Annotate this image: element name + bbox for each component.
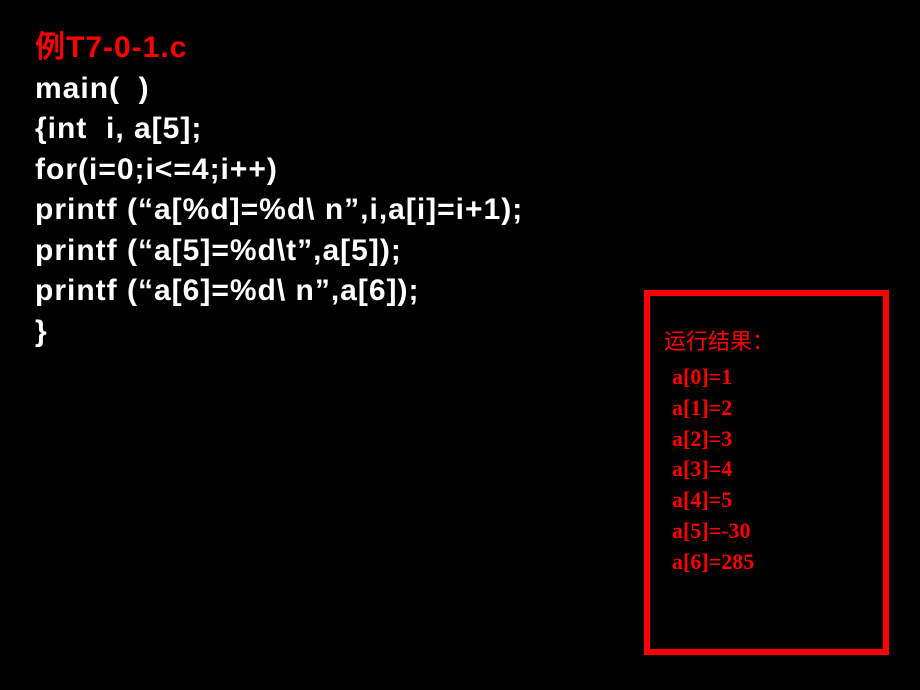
result-line: a[2]=3 [664, 424, 869, 455]
code-title: 例T7-0-1.c [35, 28, 523, 69]
code-block: 例T7-0-1.c main( ) {int i, a[5]; for(i=0;… [35, 28, 523, 352]
code-line: for(i=0;i<=4;i++) [35, 150, 523, 191]
code-line: printf (“a[5]=%d\t”,a[5]); [35, 231, 523, 272]
result-line: a[0]=1 [664, 362, 869, 393]
result-box: 运行结果： a[0]=1 a[1]=2 a[2]=3 a[3]=4 a[4]=5… [644, 290, 889, 655]
code-line: main( ) [35, 69, 523, 110]
result-line: a[6]=285 [664, 547, 869, 578]
code-line: printf (“a[%d]=%d\ n”,i,a[i]=i+1); [35, 190, 523, 231]
code-line: printf (“a[6]=%d\ n”,a[6]); [35, 271, 523, 312]
result-line: a[4]=5 [664, 485, 869, 516]
result-line: a[1]=2 [664, 393, 869, 424]
result-line: a[5]=-30 [664, 516, 869, 547]
code-line: {int i, a[5]; [35, 109, 523, 150]
code-line: } [35, 312, 523, 353]
result-title: 运行结果： [664, 324, 869, 356]
result-line: a[3]=4 [664, 454, 869, 485]
